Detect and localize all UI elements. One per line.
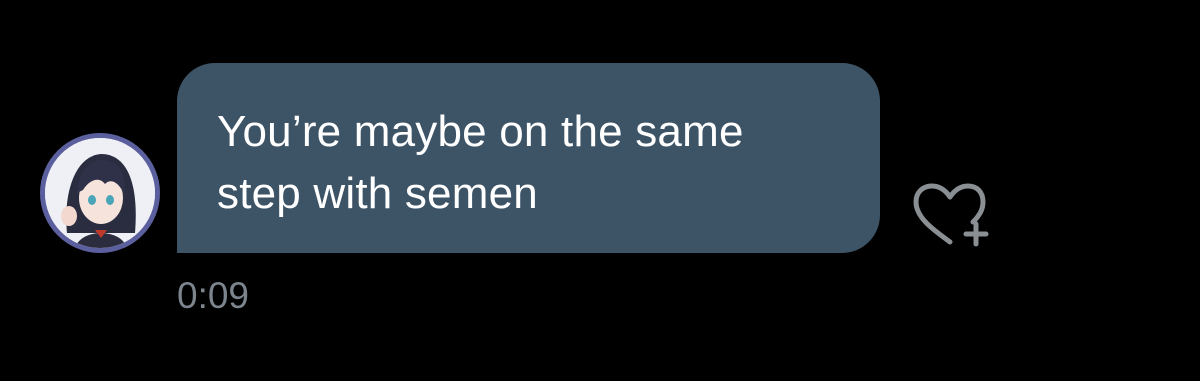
avatar[interactable] bbox=[40, 133, 160, 253]
message-bubble[interactable]: You’re maybe on the same step with semen bbox=[177, 63, 880, 253]
chat-message-row: You’re maybe on the same step with semen… bbox=[0, 0, 1200, 381]
message-timestamp: 0:09 bbox=[177, 275, 250, 316]
avatar-image bbox=[45, 138, 155, 248]
message-text: You’re maybe on the same step with semen bbox=[217, 107, 744, 218]
heart-plus-icon[interactable] bbox=[910, 182, 990, 248]
